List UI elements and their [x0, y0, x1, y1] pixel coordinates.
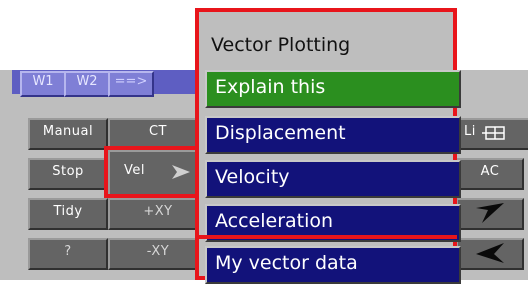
arrow-left-icon [476, 243, 504, 263]
menu-title: Vector Plotting [211, 34, 351, 56]
arrow-down-left-icon [476, 203, 504, 223]
li-button[interactable]: Li [456, 118, 528, 150]
grid-icon [482, 126, 505, 140]
window-tab-bar: W1 W2 ==> [12, 70, 207, 97]
vel-highlight-box [104, 146, 208, 198]
stop-button[interactable]: Stop [28, 158, 108, 190]
plus-xy-button[interactable]: +XY [108, 198, 208, 230]
menu-item-displacement[interactable]: Displacement [205, 116, 461, 154]
arrow-down-left-button[interactable] [456, 198, 524, 230]
manual-button[interactable]: Manual [28, 118, 108, 150]
help-button[interactable]: ? [28, 238, 108, 270]
li-label: Li [464, 124, 476, 139]
menu-item-velocity[interactable]: Velocity [205, 160, 461, 198]
menu-separator [195, 235, 457, 239]
menu-item-my-vector-data[interactable]: My vector data [205, 246, 461, 284]
window-w1-button[interactable]: W1 [20, 71, 66, 97]
vector-plotting-menu: Vector Plotting Explain this Displacemen… [195, 8, 461, 284]
menu-item-explain[interactable]: Explain this [205, 70, 461, 108]
window-more-button[interactable]: ==> [108, 71, 154, 97]
ac-button[interactable]: AC [456, 158, 524, 190]
arrow-left-button[interactable] [456, 238, 524, 270]
minus-xy-button[interactable]: -XY [108, 238, 208, 270]
window-w2-button[interactable]: W2 [64, 71, 110, 97]
tidy-button[interactable]: Tidy [28, 198, 108, 230]
